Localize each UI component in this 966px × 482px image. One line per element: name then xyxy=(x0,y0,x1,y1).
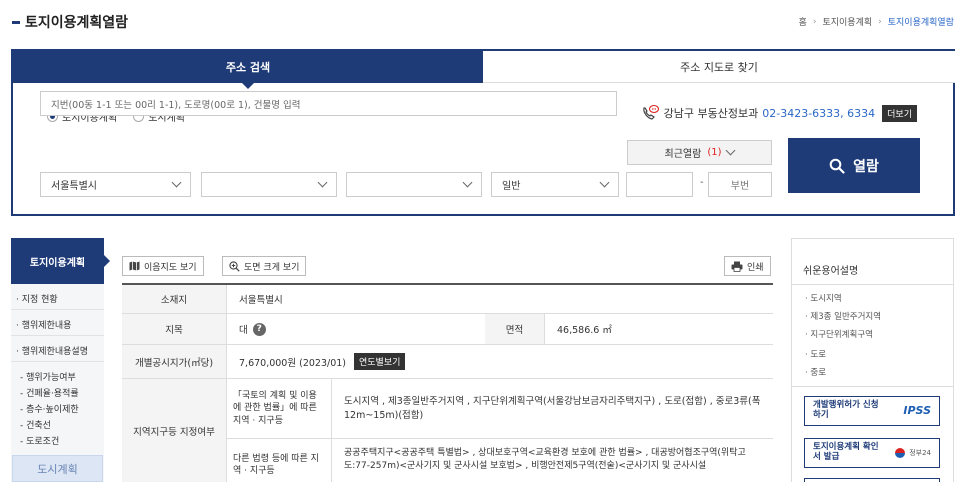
select-dong[interactable] xyxy=(346,172,482,197)
glossary-item[interactable]: · 지구단위계획구역 xyxy=(805,328,873,340)
glossary-divider xyxy=(792,386,953,387)
search-panel: 주소 검색 주소 지도로 찾기 토지이용계획 도시계획 강남구 부동산정보과 0… xyxy=(11,49,955,216)
zone-header: 지역지구등 지정여부 xyxy=(122,379,227,482)
more-service-button[interactable] xyxy=(804,478,940,482)
chevron-down-icon xyxy=(317,177,328,188)
address-search-input[interactable]: 지번(00동 1-1 또는 00리 1-1), 도로명(00로 1), 건물명 … xyxy=(40,91,617,116)
title-bar-icon xyxy=(12,20,20,24)
glossary-item[interactable]: · 도로 xyxy=(805,348,826,360)
zoom-in-icon xyxy=(229,260,240,272)
law2-value: 공공주택지구<공공주택 특별법> , 상대보호구역<교육환경 보호에 관한 법률… xyxy=(332,439,773,482)
chevron-down-icon xyxy=(171,177,182,188)
menu-divider xyxy=(11,361,104,362)
gov24-emblem-icon xyxy=(895,448,906,458)
select-city[interactable]: 서울특별시 xyxy=(40,172,191,197)
chevron-down-icon xyxy=(599,177,610,188)
glossary-title: 쉬운용어설명 xyxy=(803,266,859,277)
recent-view-dropdown[interactable]: 최근열람 (1) xyxy=(627,140,772,165)
yearly-view-button[interactable]: 연도별보기 xyxy=(354,353,406,370)
menu-item-restriction[interactable]: · 행위제한내용 xyxy=(16,318,71,331)
area-value: 46,586.6 ㎡ xyxy=(545,314,773,345)
jimok-value: 대 ? xyxy=(227,314,485,345)
chevron-down-icon xyxy=(462,177,473,188)
breadcrumb-landuse[interactable]: 토지이용계획 xyxy=(822,15,872,28)
land-info-table: 소재지 서울특별시 지목 대 ? 면적 46,586.6 ㎡ 개별공시지가(㎡당… xyxy=(122,283,773,482)
price-value: 7,670,000원 (2023/01) 연도별보기 xyxy=(227,345,773,379)
print-button[interactable]: 인쇄 xyxy=(724,256,771,276)
glossary-divider xyxy=(792,284,953,285)
law1-value: 도시지역 , 제3종일반주거지역 , 지구단위계획구역(서울강남보금자리주택지구… xyxy=(332,379,773,439)
phone-chat-icon xyxy=(642,104,659,120)
area-header: 면적 xyxy=(485,314,545,345)
glossary-item[interactable]: · 제3종 일반주거지역 xyxy=(805,310,881,322)
menu-divider xyxy=(11,335,104,336)
location-header: 소재지 xyxy=(122,285,227,314)
menu-urban-plan-button[interactable]: 도시계획 xyxy=(12,455,103,482)
certificate-issue-button[interactable]: 토지이용계획 확인서 발급 정부24 xyxy=(804,438,940,468)
help-icon[interactable]: ? xyxy=(252,322,266,336)
breadcrumb-home[interactable]: 홈 xyxy=(799,15,807,28)
development-permit-button[interactable]: 개발행위허가 신청하기 IPSS xyxy=(804,396,940,426)
select-land-type[interactable]: 일반 xyxy=(491,172,619,197)
breadcrumb: 홈 › 토지이용계획 › 토지이용계획열람 xyxy=(799,15,954,29)
chevron-right-icon: › xyxy=(812,16,817,27)
submenu-item-possible[interactable]: - 행위가능여부 xyxy=(20,370,76,383)
law1-header: 「국토의 계획 및 이용에 관한 법률」에 따른 지역 · 지구등 xyxy=(227,379,332,439)
left-menu xyxy=(11,284,104,482)
submenu-item-building-line[interactable]: - 건축선 xyxy=(20,418,51,431)
submenu-item-height[interactable]: - 층수·높이제한 xyxy=(20,402,79,415)
chevron-right-icon: › xyxy=(878,16,882,27)
price-header: 개별공시지가(㎡당) xyxy=(122,345,227,379)
menu-item-restriction-desc[interactable]: · 행위제한내용설명 xyxy=(16,344,88,357)
location-value: 서울특별시 xyxy=(227,285,773,314)
left-menu-title[interactable]: 토지이용계획 xyxy=(11,238,110,284)
sub-number-input[interactable]: 부번 xyxy=(708,172,772,197)
breadcrumb-current[interactable]: 토지이용계획열람 xyxy=(888,15,954,28)
contact-info: 강남구 부동산정보과 02-3423-6333, 6334 더보기 xyxy=(640,103,917,123)
search-icon xyxy=(829,158,845,174)
submenu-item-ratio[interactable]: - 건폐율·용적률 xyxy=(20,386,79,399)
law2-header: 다른 법령 등에 따른 지역 · 지구등 xyxy=(227,439,332,482)
map-icon xyxy=(129,261,140,271)
recent-count: (1) xyxy=(707,147,722,158)
main-number-input[interactable] xyxy=(626,172,693,197)
contact-phone: 02-3423-6333, 6334 xyxy=(762,106,876,120)
submenu-item-road[interactable]: - 도로조건 xyxy=(20,434,59,447)
map-view-button[interactable]: 이음지도 보기 xyxy=(122,256,204,276)
number-separator: - xyxy=(700,177,704,188)
glossary-item[interactable]: · 중로 xyxy=(805,366,826,378)
jimok-header: 지목 xyxy=(122,314,227,345)
view-button[interactable]: 열람 xyxy=(788,138,920,193)
tab-address-search[interactable]: 주소 검색 xyxy=(13,51,483,89)
page-title: 토지이용계획열람 xyxy=(12,12,128,32)
gov24-logo: 정부24 xyxy=(894,447,931,459)
ipss-logo: IPSS xyxy=(903,403,931,417)
tab-map-search[interactable]: 주소 지도로 찾기 xyxy=(483,51,955,83)
printer-icon xyxy=(731,261,743,272)
contact-district: 강남구 부동산정보과 xyxy=(663,107,759,120)
glossary-item[interactable]: · 도시지역 xyxy=(805,292,842,304)
select-district[interactable] xyxy=(201,172,337,197)
menu-divider xyxy=(11,309,104,310)
zoom-view-button[interactable]: 도면 크게 보기 xyxy=(222,256,307,276)
menu-item-designation[interactable]: · 지정 현황 xyxy=(16,292,58,305)
contact-more-button[interactable]: 더보기 xyxy=(882,104,917,122)
chevron-down-icon xyxy=(726,145,736,156)
